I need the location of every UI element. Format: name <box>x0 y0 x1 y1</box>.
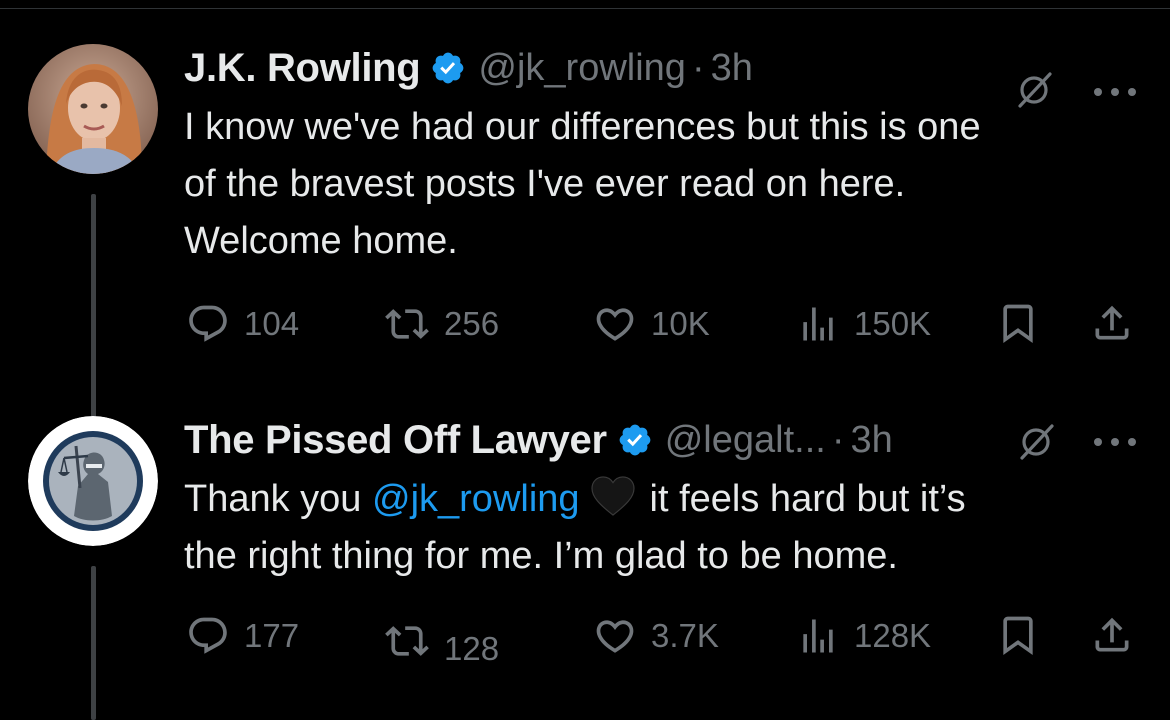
more-icon[interactable] <box>1092 436 1138 448</box>
timestamp[interactable]: 3h <box>711 47 753 90</box>
thread-connector-line <box>91 566 96 720</box>
repost-button[interactable]: 128 <box>384 614 499 668</box>
bookmark-icon <box>1003 304 1033 344</box>
like-icon <box>596 308 634 341</box>
tweet-pissed-off-lawyer[interactable]: The Pissed Off Lawyer @legalt... · 3h Th… <box>0 396 1170 720</box>
repost-icon <box>385 626 429 656</box>
bookmark-button[interactable] <box>996 300 1040 346</box>
share-icon <box>1095 305 1129 340</box>
reply-count: 104 <box>244 305 300 342</box>
share-icon <box>1095 617 1129 652</box>
more-icon[interactable] <box>1092 86 1138 98</box>
reply-button[interactable]: 104 <box>186 302 299 346</box>
reply-button[interactable]: 177 <box>186 614 299 658</box>
timestamp[interactable]: 3h <box>850 419 892 462</box>
views-count: 150K <box>854 305 932 342</box>
verified-badge-icon <box>619 424 651 456</box>
like-count: 10K <box>651 305 710 342</box>
tweet-text-line: the right thing for me. I’m glad to be h… <box>184 535 898 577</box>
reply-icon <box>189 617 227 654</box>
tweet-jk-rowling[interactable]: J.K. Rowling @jk_rowling · 3h I know we'… <box>0 24 1170 432</box>
display-name[interactable]: The Pissed Off Lawyer <box>184 418 607 463</box>
like-count: 3.7K <box>651 617 719 654</box>
user-handle[interactable]: @jk_rowling <box>478 47 686 90</box>
tweet-header: The Pissed Off Lawyer @legalt... · 3h <box>184 410 1140 470</box>
tweet-header: J.K. Rowling @jk_rowling · 3h <box>184 38 1140 98</box>
views-icon <box>803 619 833 653</box>
separator-dot: · <box>831 418 845 461</box>
tweet-text: I know we've had our differences but thi… <box>184 99 1140 270</box>
reply-icon <box>189 305 227 342</box>
user-handle[interactable]: @legalt... <box>665 419 826 462</box>
views-icon <box>803 307 833 341</box>
repost-count: 256 <box>444 305 500 342</box>
like-button[interactable]: 10K <box>593 302 710 346</box>
repost-count: 128 <box>444 630 500 667</box>
separator-dot: · <box>691 46 705 89</box>
tweet-text: Thank you @jk_rowling it feels hard but i… <box>184 471 1140 585</box>
tweet-text-line: of the bravest posts I've ever read on h… <box>184 163 906 205</box>
tweet-text-line: Thank you @jk_rowling it feels hard but i… <box>184 471 1140 528</box>
views-count: 128K <box>854 617 932 654</box>
avatar-jk-rowling[interactable] <box>28 44 158 174</box>
bookmark-button[interactable] <box>996 612 1040 658</box>
top-divider <box>0 8 1170 9</box>
repost-icon <box>385 309 429 339</box>
like-icon <box>596 620 634 653</box>
display-name[interactable]: J.K. Rowling <box>184 46 421 91</box>
tweet-text-line: Welcome home. <box>184 220 458 262</box>
tweet-text-line: I know we've had our differences but thi… <box>184 106 981 148</box>
views-button[interactable]: 150K <box>796 302 931 346</box>
grok-icon[interactable] <box>1016 422 1056 462</box>
repost-button[interactable]: 256 <box>384 302 499 346</box>
mention-link[interactable]: @jk_rowling <box>372 478 580 520</box>
avatar-pissed-off-lawyer[interactable] <box>28 416 158 546</box>
black-heart-emoji <box>590 476 635 516</box>
tweet-text-prefix: Thank you <box>184 478 372 520</box>
share-button[interactable] <box>1090 300 1134 346</box>
verified-badge-icon <box>433 52 464 84</box>
share-button[interactable] <box>1090 612 1134 658</box>
reply-count: 177 <box>244 617 300 654</box>
tweet-text-suffix: it feels hard but it’s <box>649 478 966 520</box>
like-button[interactable]: 3.7K <box>593 614 719 658</box>
views-button[interactable]: 128K <box>796 614 931 658</box>
bookmark-icon <box>1003 616 1033 656</box>
